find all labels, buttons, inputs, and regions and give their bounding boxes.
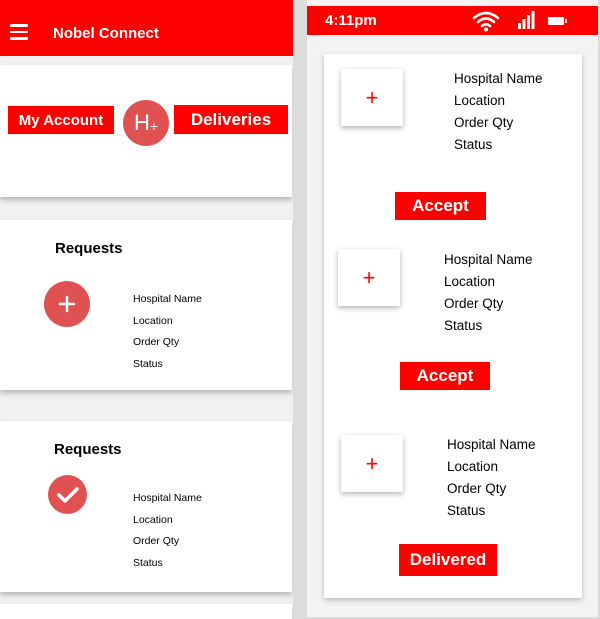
request-title: Requests [54, 441, 122, 458]
accept-button[interactable]: Accept [395, 192, 486, 220]
status-label: Status [454, 137, 493, 152]
request-title: Requests [55, 240, 123, 257]
status-label: Status [133, 556, 163, 569]
check-icon [48, 475, 87, 514]
deliveries-list: + Hospital Name Location Order Qty Statu… [324, 54, 582, 598]
delivery-details: Hospital Name Location Order Qty Status [444, 249, 533, 337]
location-label: Location [444, 274, 496, 289]
order-qty-label: Order Qty [133, 535, 180, 547]
order-qty-label: Order Qty [133, 336, 180, 348]
hospital-name-label: Hospital Name [454, 71, 543, 86]
status-bar: 4:11pm [307, 6, 598, 35]
plus-icon: + [341, 69, 403, 126]
hospital-name-label: Hospital Name [133, 492, 202, 504]
location-label: Location [133, 513, 173, 526]
request-details: Hospital Name Location Order Qty Status [133, 289, 202, 375]
delivery-details: Hospital Name Location Order Qty Status [454, 68, 543, 156]
plus-icon: + [341, 435, 403, 492]
battery-icon [548, 17, 567, 25]
status-time: 4:11pm [325, 12, 377, 29]
mockup-canvas: Nobel Connect My Account H + Deliveries R… [0, 0, 600, 619]
home-screen: Nobel Connect My Account H + Deliveries R… [0, 0, 293, 619]
deliveries-button[interactable]: Deliveries [174, 105, 288, 134]
deliveries-screen: 4:11pm + Hospital Name Location Order Qt… [307, 0, 598, 617]
signal-icon [518, 11, 535, 29]
menu-icon[interactable] [10, 24, 28, 40]
hospital-name-label: Hospital Name [447, 437, 536, 452]
plus-icon: + [338, 249, 400, 306]
hospital-logo-icon: H + [123, 100, 169, 146]
my-account-button[interactable]: My Account [8, 106, 114, 134]
request-card[interactable]: Requests Hospital Name Location Order Qt… [0, 421, 292, 592]
location-label: Location [454, 93, 506, 108]
app-title: Nobel Connect [53, 25, 159, 42]
location-label: Location [133, 314, 173, 327]
app-bar: Nobel Connect [0, 0, 293, 56]
plus-icon [44, 281, 90, 327]
request-card-partial [0, 604, 292, 619]
delivery-details: Hospital Name Location Order Qty Status [447, 434, 536, 522]
status-label: Status [447, 503, 486, 518]
status-label: Status [133, 357, 163, 370]
account-card: My Account H + Deliveries [0, 65, 292, 197]
accept-button[interactable]: Accept [400, 362, 490, 390]
location-label: Location [447, 459, 499, 474]
order-qty-label: Order Qty [444, 296, 504, 311]
hospital-name-label: Hospital Name [444, 252, 533, 267]
request-card[interactable]: Requests Hospital Name Location Order Qt… [0, 220, 292, 390]
wifi-icon [472, 11, 500, 32]
hospital-name-label: Hospital Name [133, 293, 202, 305]
status-label: Status [444, 318, 483, 333]
request-details: Hospital Name Location Order Qty Status [133, 488, 202, 574]
order-qty-label: Order Qty [447, 481, 507, 496]
order-qty-label: Order Qty [454, 115, 514, 130]
delivered-button[interactable]: Delivered [399, 544, 497, 576]
